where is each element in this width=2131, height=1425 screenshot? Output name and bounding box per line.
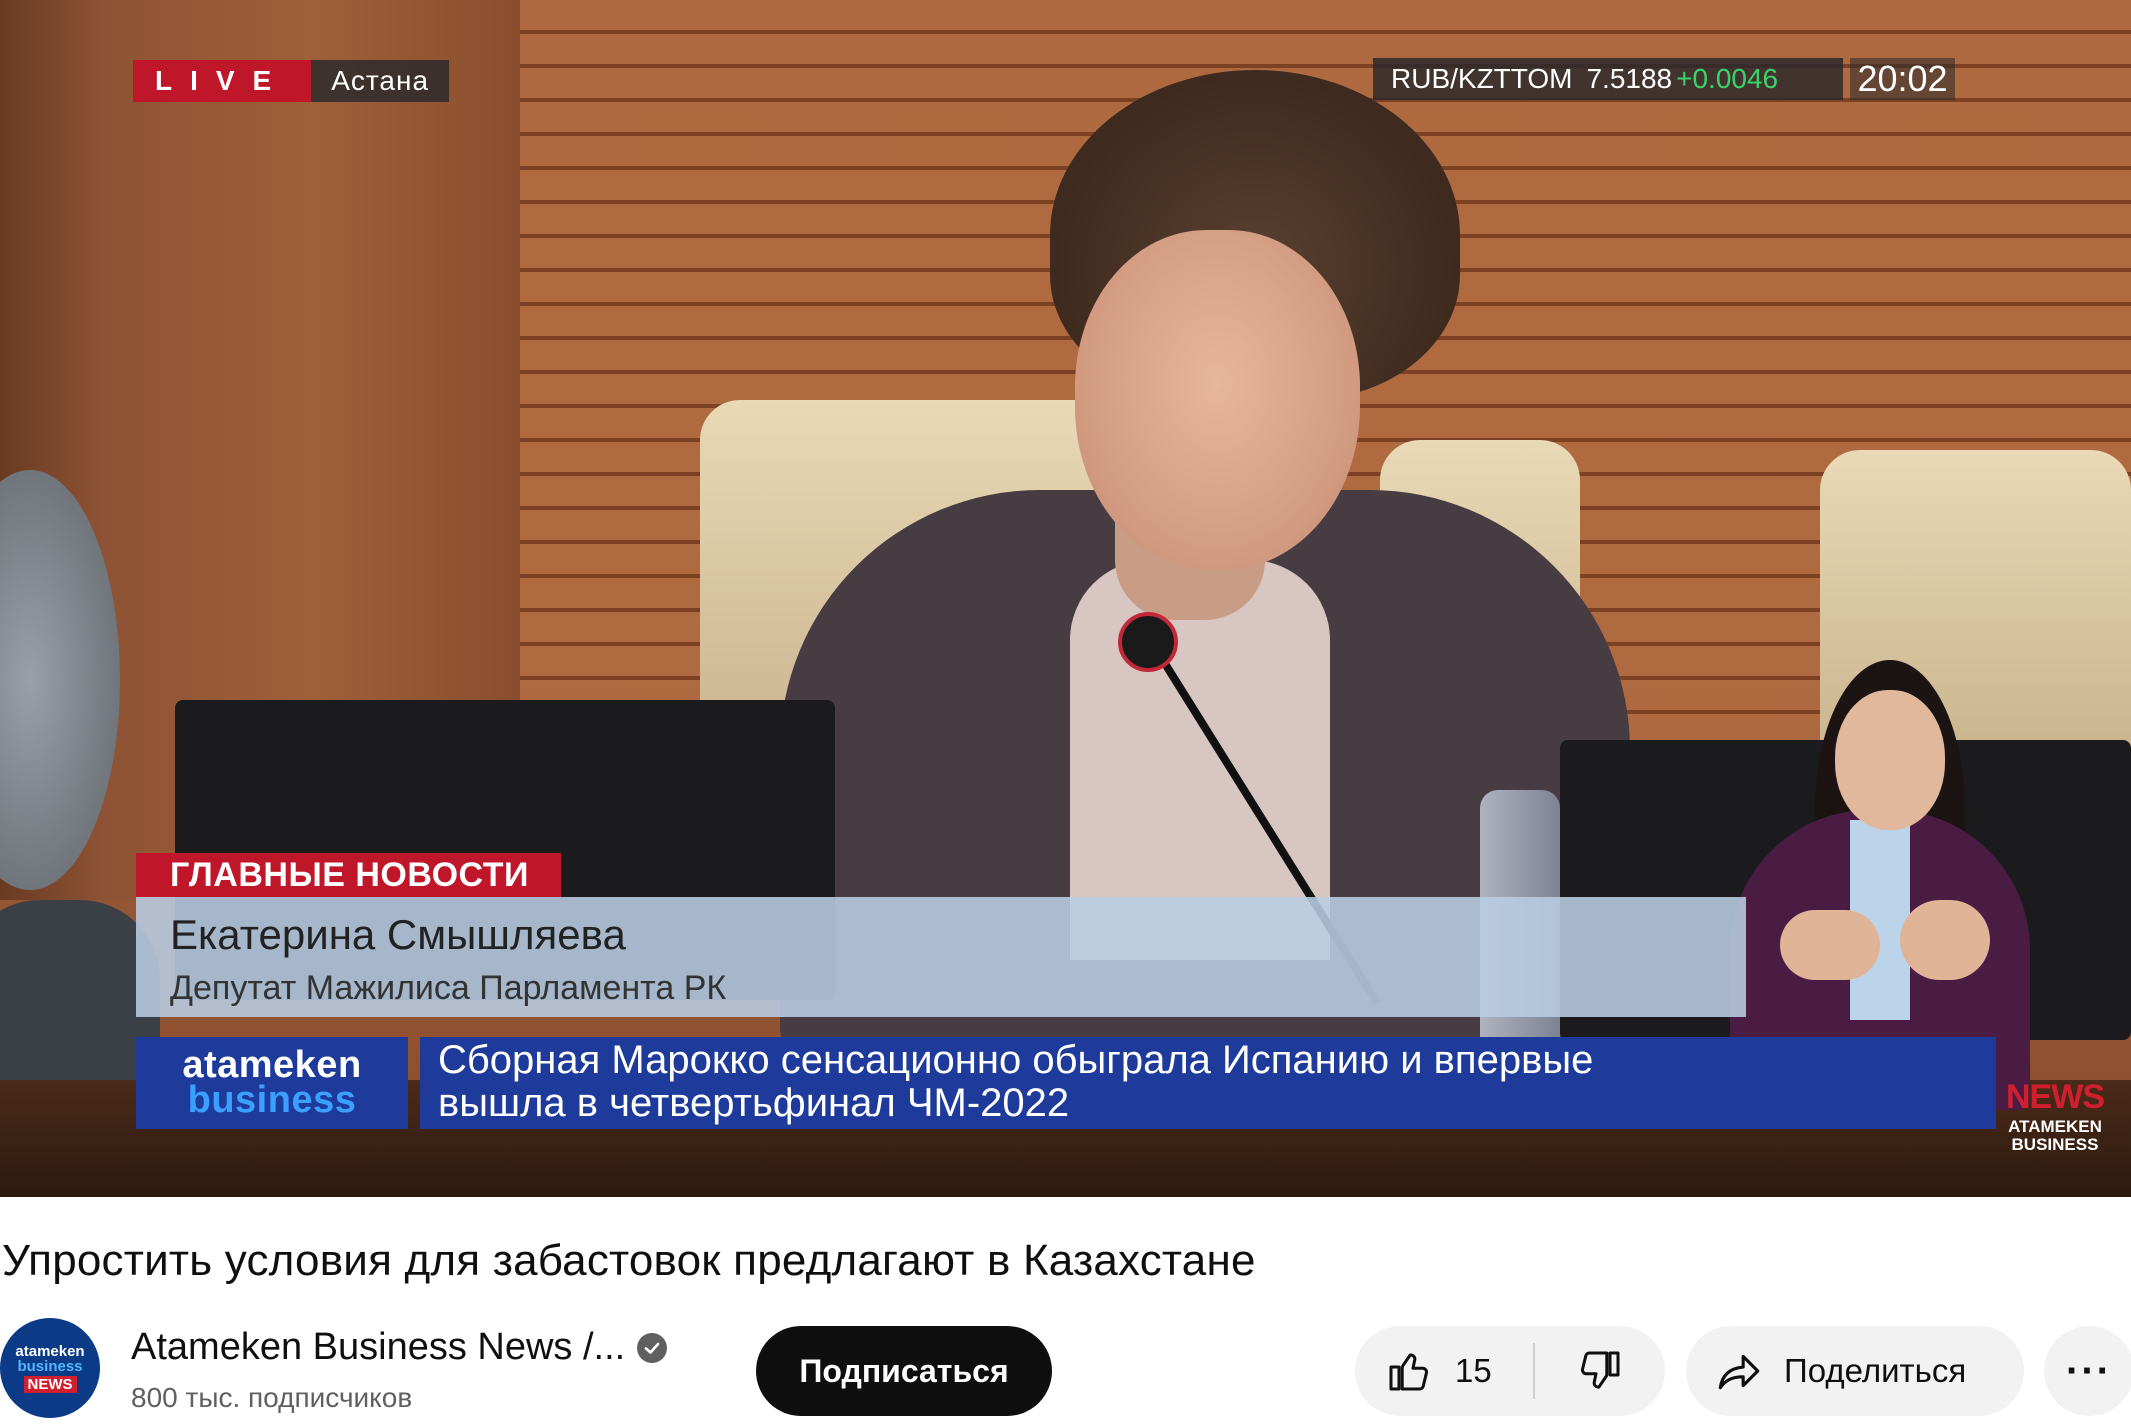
live-label: LIVE (133, 60, 312, 102)
channel-name-link[interactable]: Atameken Business News /... (131, 1326, 668, 1369)
news-headline-line1: Сборная Марокко сенсационно обыграла Исп… (438, 1038, 1594, 1082)
like-button[interactable]: 15 (1355, 1326, 1533, 1416)
video-player[interactable]: LIVE Астана RUB/KZTTOM 7.5188 +0.0046 20… (0, 0, 2131, 1197)
live-city: Астана (311, 60, 450, 102)
avatar-text-3: NEWS (23, 1375, 77, 1393)
share-label: Поделиться (1784, 1352, 1967, 1389)
share-arrow-icon (1714, 1346, 1764, 1396)
avatar-text-2: business (17, 1357, 83, 1375)
video-scene-speaker-face (1075, 230, 1360, 570)
channel-avatar[interactable]: atameken business NEWS (0, 1318, 100, 1418)
like-dislike-group: 15 (1355, 1326, 1665, 1416)
speaker-name: Екатерина Смышляева (170, 911, 626, 958)
video-title: Упростить условия для забастовок предлаг… (2, 1236, 1256, 1285)
avatar-text-1: atameken (15, 1342, 85, 1360)
broadcaster-logo: atameken business (136, 1037, 408, 1129)
subscribe-button[interactable]: Подписаться (756, 1326, 1052, 1416)
thumbs-up-icon (1385, 1347, 1433, 1395)
video-scene-microphone (1118, 612, 1178, 672)
channel-watermark: NEWS ATAMEKEN BUSINESS (2005, 1080, 2105, 1153)
sign-interpreter-hand (1780, 910, 1880, 980)
sign-interpreter-hand (1900, 900, 1990, 980)
watermark-sub2: BUSINESS (2011, 1135, 2099, 1154)
speaker-title: Депутат Мажилиса Парламента РК (170, 969, 727, 1007)
like-count: 15 (1455, 1352, 1492, 1389)
live-badge: LIVE Астана (133, 60, 450, 102)
news-headline: Сборная Марокко сенсационно обыграла Исп… (420, 1037, 1996, 1129)
more-actions-button[interactable]: ··· (2044, 1326, 2131, 1416)
broadcast-clock: 20:02 (1850, 58, 1955, 100)
subscriber-count: 800 тыс. подписчиков (131, 1382, 413, 1413)
ticker-delta: +0.0046 (1676, 63, 1779, 94)
watermark-sub1: ATAMEKEN (2008, 1117, 2102, 1136)
news-headline-line2: вышла в четвертьфинал ЧМ-2022 (438, 1081, 1070, 1125)
broadcaster-logo-bottom: business (187, 1079, 357, 1121)
lower-third: Екатерина Смышляева Депутат Мажилиса Пар… (136, 897, 1746, 1017)
currency-ticker: RUB/KZTTOM 7.5188 +0.0046 (1373, 58, 1843, 100)
broadcaster-logo-top: atameken (182, 1044, 362, 1087)
news-crawl: atameken business Сборная Марокко сенсац… (136, 1037, 1996, 1129)
ticker-pair: RUB/KZTTOM (1391, 63, 1573, 94)
dislike-button[interactable] (1535, 1326, 1665, 1416)
channel-name: Atameken Business News /... (131, 1326, 626, 1368)
thumbs-down-icon (1576, 1347, 1624, 1395)
section-tag: ГЛАВНЫЕ НОВОСТИ (136, 853, 561, 897)
verified-icon (637, 1332, 668, 1363)
watermark-main: NEWS (2006, 1078, 2105, 1116)
sign-interpreter-face (1835, 690, 1945, 830)
more-dots-icon: ··· (2066, 1348, 2112, 1393)
share-button[interactable]: Поделиться (1686, 1326, 2024, 1416)
ticker-rate: 7.5188 (1586, 63, 1673, 94)
